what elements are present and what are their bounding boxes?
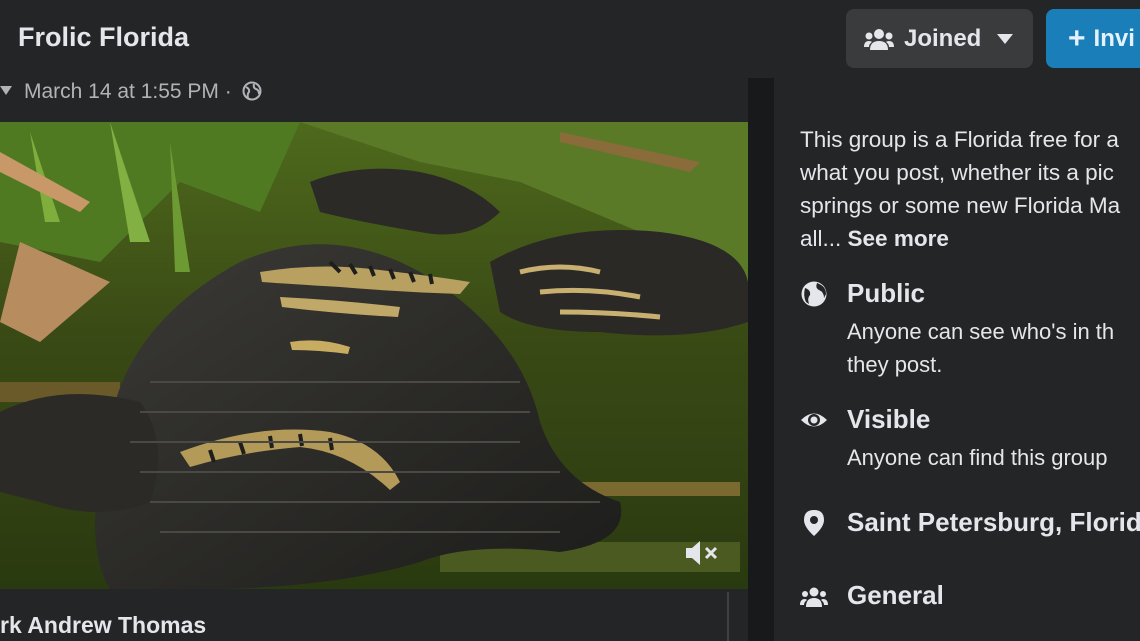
group-name[interactable]: Frolic Florida (18, 22, 189, 53)
post-time-text: March 14 at 1:55 PM · (24, 80, 232, 103)
eye-icon (801, 413, 827, 427)
people-icon (864, 28, 894, 50)
caret-down-icon (997, 33, 1014, 44)
privacy-sub-line: Anyone can see who's in th (847, 319, 1115, 344)
post-video[interactable] (0, 122, 748, 589)
description-line: all... (800, 226, 842, 251)
visibility-sub: Anyone can find this group (847, 445, 1108, 470)
mute-icon[interactable] (684, 537, 720, 569)
gutter (748, 78, 774, 641)
alligator-video-frame (0, 122, 748, 589)
location-title: Saint Petersburg, Florid (847, 507, 1140, 537)
people-icon (800, 587, 828, 607)
plus-icon: + (1068, 21, 1086, 55)
group-description: This group is a Florida free for a what … (800, 123, 1140, 255)
invite-label: Invi (1093, 24, 1135, 52)
invite-button[interactable]: + Invi (1046, 9, 1140, 68)
caret-down-icon (0, 86, 12, 95)
divider (727, 592, 729, 641)
joined-label: Joined (904, 24, 982, 52)
commenter-name[interactable]: rk Andrew Thomas (0, 612, 206, 639)
description-line: This group is a Florida free for a (800, 127, 1119, 152)
description-line: what you post, whether its a pic (800, 160, 1114, 185)
group-header: Frolic Florida Joined + Invi (0, 0, 1140, 78)
visibility-title: Visible (847, 404, 931, 434)
see-more-link[interactable]: See more (848, 226, 949, 251)
joined-button[interactable]: Joined (846, 9, 1033, 68)
globe-icon (801, 281, 827, 307)
about-panel: This group is a Florida free for a what … (774, 78, 1140, 641)
privacy-sub-line: they post. (847, 352, 943, 377)
category-title: General (847, 580, 944, 610)
location-pin-icon (804, 510, 824, 536)
privacy-title: Public (847, 278, 926, 308)
description-line: springs or some new Florida Ma (800, 193, 1121, 218)
globe-icon (242, 81, 262, 101)
post-timestamp[interactable]: March 14 at 1:55 PM · (0, 80, 262, 104)
